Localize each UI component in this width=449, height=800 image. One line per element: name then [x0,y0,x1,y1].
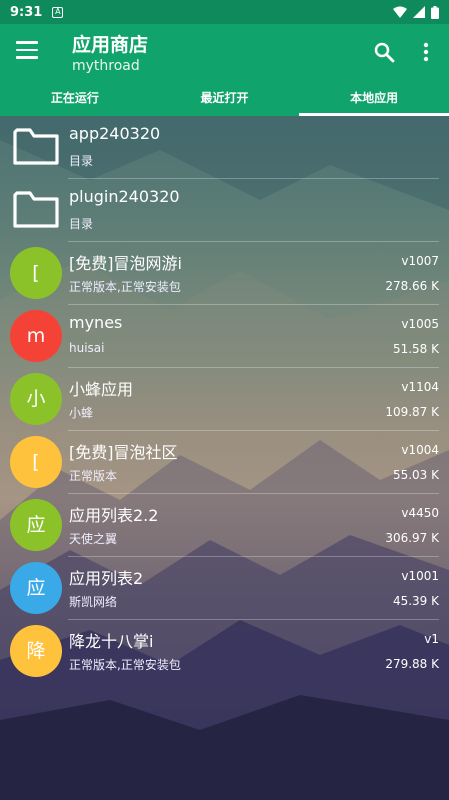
app-name: 应用列表2.2 [69,506,159,525]
app-size: 55.03 K [392,468,439,482]
app-version: v1104 [401,380,439,394]
app-size: 109.87 K [385,405,439,419]
list-item-app[interactable]: 小 小蜂应用 小蜂 v1104 109.87 K [0,368,449,431]
app-version: v1 [424,632,439,646]
notification-icon: A [52,6,64,18]
battery-icon [431,5,439,19]
tab-bar: 正在运行 最近打开 本地应用 [0,80,449,116]
list-item-app[interactable]: [ [免费]冒泡网游i 正常版本,正常安装包 v1007 278.66 K [0,242,449,305]
status-time: 9:31 [10,4,43,20]
app-desc: huisai [69,341,105,355]
list-item-app[interactable]: 应 应用列表2 斯凯网络 v1001 45.39 K [0,557,449,620]
app-avatar: 应 [10,562,62,614]
list-item-app[interactable]: [ [免费]冒泡社区 正常版本 v1004 55.03 K [0,431,449,494]
app-avatar: 小 [10,373,62,425]
status-icons [393,5,439,19]
app-version: v4450 [401,506,439,520]
app-desc: 正常版本,正常安装包 [69,658,181,672]
tab-recent[interactable]: 最近打开 [150,80,300,116]
app-name: 小蜂应用 [69,380,134,399]
list-item-app[interactable]: m mynes huisai v1005 51.58 K [0,305,449,368]
app-bar: 应用商店 mythroad [0,24,449,80]
folder-desc: 目录 [69,154,94,168]
app-name: mynes [69,313,123,332]
status-bar: 9:31 A [0,0,449,24]
app-name: 降龙十八掌i [69,632,154,651]
app-name: [免费]冒泡社区 [69,443,178,462]
app-version: v1005 [401,317,439,331]
folder-name: app240320 [69,124,161,143]
app-avatar: 降 [10,625,62,677]
list-item-folder[interactable]: plugin240320 目录 [0,179,449,242]
list-item-folder[interactable]: app240320 目录 [0,116,449,179]
app-avatar: [ [10,247,62,299]
app-list: app240320 目录 plugin240320 目录 [ [免费]冒泡网游i… [0,116,449,683]
app-name: [免费]冒泡网游i [69,254,182,273]
app-avatar: m [10,310,62,362]
app-desc: 斯凯网络 [69,595,118,609]
more-vert-icon[interactable] [418,40,434,64]
app-size: 45.39 K [392,594,439,608]
folder-desc: 目录 [69,217,94,231]
app-size: 278.66 K [385,279,439,293]
tab-local-apps[interactable]: 本地应用 [299,80,449,116]
folder-icon [13,191,59,228]
app-version: v1004 [401,443,439,457]
app-desc: 天使之翼 [69,532,118,546]
folder-name: plugin240320 [69,187,180,206]
tab-running[interactable]: 正在运行 [0,80,150,116]
app-desc: 正常版本,正常安装包 [69,280,181,294]
app-subtitle: mythroad [72,58,140,74]
app-desc: 小蜂 [69,406,94,420]
app-avatar: [ [10,436,62,488]
folder-icon [13,128,59,165]
signal-icon [413,6,425,18]
menu-icon[interactable] [16,41,38,63]
app-name: 应用列表2 [69,569,144,588]
app-version: v1007 [401,254,439,268]
app-size: 51.58 K [392,342,439,356]
list-item-app[interactable]: 应 应用列表2.2 天使之翼 v4450 306.97 K [0,494,449,557]
search-icon[interactable] [372,40,396,64]
wifi-icon [393,6,407,18]
app-avatar: 应 [10,499,62,551]
app-version: v1001 [401,569,439,583]
app-desc: 正常版本 [69,469,118,483]
list-item-app[interactable]: 降 降龙十八掌i 正常版本,正常安装包 v1 279.88 K [0,620,449,683]
app-size: 279.88 K [385,657,439,671]
app-size: 306.97 K [385,531,439,545]
app-title: 应用商店 [72,34,149,56]
